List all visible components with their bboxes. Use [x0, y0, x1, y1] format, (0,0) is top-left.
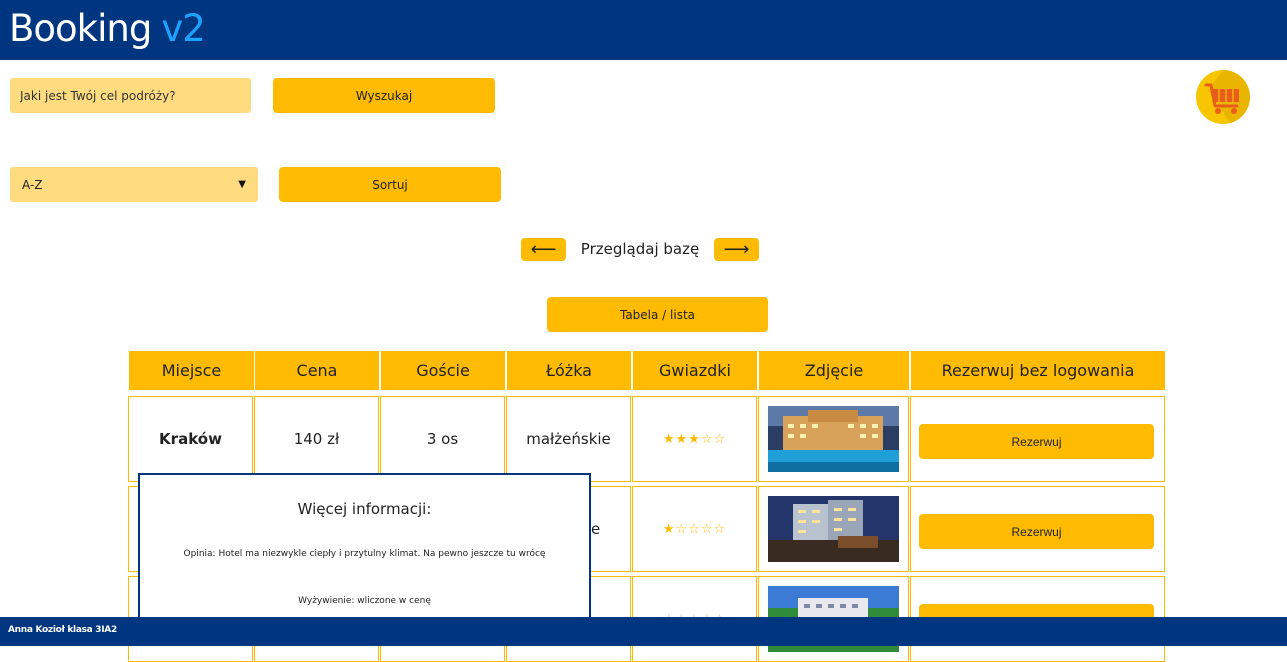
sort-selected-value: A-Z — [22, 177, 43, 192]
sort-button[interactable]: Sortuj — [279, 167, 501, 202]
cell-stars: ★☆☆☆☆ — [632, 486, 757, 572]
logo-main: Booking — [9, 7, 152, 50]
hotel-photo[interactable] — [768, 496, 899, 562]
logo[interactable]: Booking v2 — [9, 6, 206, 52]
cart-button[interactable] — [1196, 70, 1250, 124]
header: Booking v2 — [0, 0, 1287, 60]
sort-select[interactable]: A-Z ▼ — [10, 167, 258, 202]
star-rating: ★☆☆☆☆ — [662, 521, 727, 537]
cart-icon — [1204, 70, 1250, 124]
cell-stars: ★★★☆☆ — [632, 396, 757, 482]
more-info-popup: Więcej informacji: Opinia: Hotel ma niez… — [138, 473, 591, 633]
header-price: Cena — [255, 351, 379, 390]
cell-beds: małżeńskie — [506, 396, 631, 482]
next-button[interactable]: ⟶ — [714, 238, 759, 261]
header-reserve: Rezerwuj bez logowania — [911, 351, 1165, 390]
popup-title: Więcej informacji: — [297, 500, 432, 518]
cell-price: 140 zł — [254, 396, 379, 482]
cell-beds-text: e — [591, 520, 601, 538]
search-input[interactable] — [10, 78, 251, 113]
header-stars: Gwiazdki — [633, 351, 757, 390]
hotel-photo[interactable] — [768, 406, 899, 472]
popup-opinion: Opinia: Hotel ma niezwykle ciepły i przy… — [183, 549, 546, 559]
header-photo: Zdjęcie — [759, 351, 909, 390]
browse-label: Przeglądaj bazę — [580, 240, 700, 258]
reserve-button[interactable]: Rezerwuj — [919, 514, 1154, 549]
star-rating: ★★★☆☆ — [662, 431, 727, 447]
table-list-toggle-button[interactable]: Tabela / lista — [547, 297, 768, 332]
logo-version: v2 — [161, 7, 205, 50]
footer: Anna Kozioł klasa 3IA2 — [0, 617, 1287, 646]
footer-text: Anna Kozioł klasa 3IA2 — [8, 625, 117, 635]
cell-photo — [758, 486, 909, 572]
cell-guests: 3 os — [380, 396, 505, 482]
header-place: Miejsce — [129, 351, 254, 390]
header-guests: Goście — [381, 351, 505, 390]
search-button[interactable]: Wyszukaj — [273, 78, 495, 113]
cell-place: Kraków — [128, 396, 253, 482]
cell-photo — [758, 396, 909, 482]
prev-button[interactable]: ⟵ — [521, 238, 566, 261]
popup-food: Wyżywienie: wliczone w cenę — [298, 596, 431, 606]
header-beds: Łóżka — [507, 351, 631, 390]
reserve-button[interactable]: Rezerwuj — [919, 424, 1154, 459]
chevron-down-icon: ▼ — [238, 179, 246, 190]
